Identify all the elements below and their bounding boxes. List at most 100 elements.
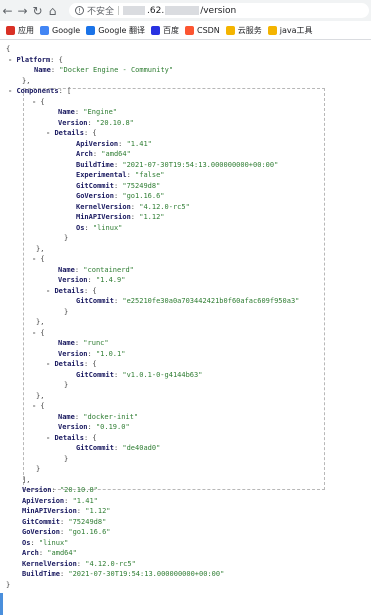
json-value: "v1.0.1-0-g4144b63" — [122, 370, 203, 379]
json-component-open: - { — [32, 97, 45, 108]
json-line: } — [64, 454, 68, 465]
json-root-open: { — [6, 44, 10, 55]
json-top-level-line: KernelVersion: "4.12.0-rc5" — [22, 559, 136, 570]
json-punctuation: : — [76, 559, 86, 568]
json-key: GoVersion — [22, 528, 60, 536]
json-punctuation: : { — [83, 129, 97, 137]
json-value: "go1.16.6" — [122, 192, 165, 200]
json-component-name: Name: "docker-init" — [58, 412, 138, 423]
forward-arrow-icon[interactable]: → — [15, 0, 30, 21]
bookmark-item[interactable]: CSDN — [184, 25, 220, 35]
json-line: }, — [22, 76, 30, 87]
json-root-close: } — [6, 580, 10, 591]
json-detail-line: Arch: "amd64" — [76, 149, 131, 160]
json-top-level-line: Arch: "amd64" — [22, 548, 77, 559]
json-value: "Engine" — [83, 108, 118, 116]
warning-icon[interactable]: ! — [75, 6, 84, 15]
json-component-details: - Details: { — [46, 359, 97, 370]
url-divider — [118, 6, 120, 15]
json-top-level-line: MinAPIVersion: "1.12" — [22, 506, 111, 517]
json-value: "docker-init" — [83, 412, 139, 421]
json-detail-line: GitCommit: "75249d8" — [76, 181, 160, 192]
json-value: "20.10.8" — [95, 118, 134, 127]
json-punctuation: : — [76, 507, 86, 515]
json-detail-line: GitCommit: "v1.0.1-0-g4144b63" — [76, 370, 202, 381]
json-punctuation: : — [30, 538, 39, 547]
bookmark-item[interactable]: Google — [40, 25, 80, 35]
json-key: Version — [58, 118, 88, 127]
json-platform-name: Name: "Docker Engine - Community" — [34, 65, 173, 76]
json-value: "amd64" — [101, 150, 131, 158]
json-value: "false" — [135, 171, 165, 179]
json-value: "amd64" — [47, 549, 77, 557]
bookmark-label: Google 翻译 — [98, 25, 145, 35]
json-key: Name — [58, 339, 75, 347]
bookmark-item[interactable]: 百度 — [150, 25, 179, 36]
json-punctuation: : — [87, 276, 96, 284]
json-top-level-line: BuildTime: "2021-07-30T19:54:13.00000000… — [22, 569, 224, 580]
json-detail-line: BuildTime: "2021-07-30T19:54:13.00000000… — [76, 160, 278, 171]
json-component-open: - { — [32, 401, 45, 412]
json-detail-line: GitCommit: "e25210fe30a0a703442421b0f60a… — [76, 296, 299, 307]
json-value: "75249d8" — [122, 181, 161, 190]
json-detail-line: ApiVersion: "1.41" — [76, 139, 152, 150]
bookmark-label: 百度 — [162, 25, 179, 35]
json-key: ApiVersion — [22, 496, 65, 505]
json-key: Version — [22, 486, 52, 494]
json-punctuation: : — [87, 349, 96, 358]
json-punctuation: : — [130, 213, 140, 221]
json-component-details: - Details: { — [46, 286, 97, 297]
home-icon[interactable]: ⌂ — [45, 0, 60, 21]
json-key: KernelVersion — [76, 202, 131, 211]
json-key: GitCommit — [76, 370, 114, 379]
json-key: Arch — [22, 549, 39, 557]
json-punctuation: { — [36, 402, 45, 410]
json-key: GitCommit — [76, 297, 114, 305]
json-value: "linux" — [92, 223, 123, 232]
json-line: }, — [36, 244, 44, 255]
json-line: } — [64, 233, 68, 244]
json-key: GitCommit — [76, 181, 114, 190]
json-line: }, — [36, 317, 44, 328]
reload-icon[interactable]: ↻ — [30, 0, 45, 21]
address-bar[interactable]: ! 不安全 .62. /version — [69, 3, 369, 18]
json-value: "75249d8" — [68, 517, 107, 526]
folder-icon — [267, 25, 277, 35]
json-component-details: - Details: { — [46, 128, 97, 139]
json-punctuation: : — [64, 496, 73, 505]
json-key: Platform — [16, 55, 51, 64]
json-punctuation: : — [51, 486, 60, 494]
json-key: Details — [54, 286, 84, 295]
json-value: "Docker Engine - Community" — [59, 66, 174, 74]
json-punctuation: } — [64, 234, 69, 242]
json-key: Version — [58, 423, 88, 431]
json-detail-line: KernelVersion: "4.12.0-rc5" — [76, 202, 190, 213]
json-component-version: Version: "1.0.1" — [58, 349, 125, 360]
csdn-icon — [184, 25, 194, 35]
bookmark-label: CSDN — [196, 25, 220, 35]
json-punctuation: } — [36, 465, 41, 473]
json-top-level-line: Version: "20.10.8" — [22, 485, 98, 496]
bookmark-label: 云服务 — [237, 25, 262, 35]
json-component-name: Name: "Engine" — [58, 107, 117, 118]
json-punctuation: { — [36, 255, 45, 263]
bookmark-item[interactable]: 云服务 — [225, 25, 262, 36]
json-value: "2021-07-30T19:54:13.000000000+00:00" — [122, 160, 279, 169]
back-arrow-icon[interactable]: ← — [0, 0, 15, 21]
bookmark-label: java工具 — [279, 25, 313, 35]
json-punctuation: : — [84, 223, 93, 232]
json-value: "runc" — [83, 339, 109, 347]
bookmark-item[interactable]: Google 翻译 — [86, 25, 145, 36]
bookmark-item[interactable]: java工具 — [267, 25, 313, 36]
json-punctuation: : — [126, 171, 136, 179]
apps-grid-icon — [6, 25, 15, 35]
json-key: MinAPIVersion — [76, 213, 131, 221]
json-value: "1.12" — [139, 213, 165, 221]
json-punctuation: { — [36, 97, 45, 106]
bookmark-item[interactable]: 应用 — [6, 25, 34, 36]
json-component-version: Version: "0.19.0" — [58, 422, 130, 433]
json-punctuation: }, — [36, 244, 45, 253]
scroll-indicator — [0, 593, 3, 615]
json-key: GitCommit — [22, 517, 60, 526]
json-value: "1.41" — [72, 496, 98, 505]
